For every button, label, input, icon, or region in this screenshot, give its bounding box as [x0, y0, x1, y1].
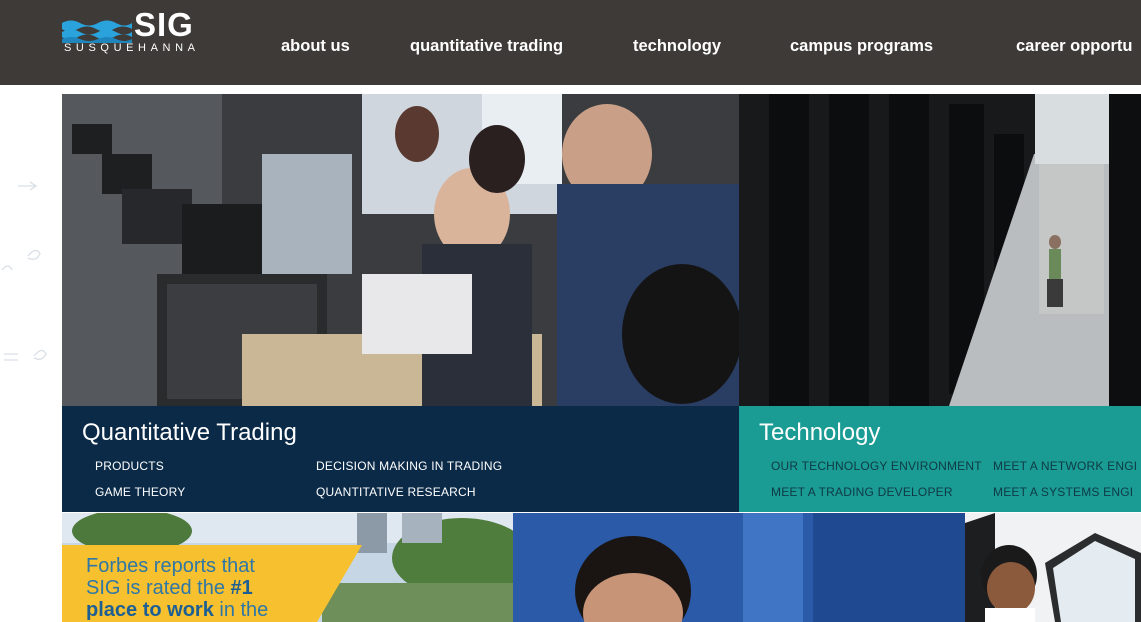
link-decision-making-in-trading[interactable]: DECISION MAKING IN TRADING	[316, 459, 502, 473]
link-quantitative-research[interactable]: QUANTITATIVE RESEARCH	[316, 485, 476, 499]
link-meet-a-trading-developer[interactable]: MEET A TRADING DEVELOPER	[771, 485, 953, 499]
trader-screens-illustration	[965, 513, 1141, 622]
link-meet-a-network-engineer[interactable]: MEET A NETWORK ENGI	[993, 459, 1137, 473]
forbes-line-3-bold: place to work	[86, 599, 214, 621]
employee-portrait-tile[interactable]	[513, 513, 965, 622]
forbes-line-2-bold: #1	[230, 577, 253, 599]
nav-campus-programs[interactable]: campus programs	[790, 37, 933, 56]
nav-technology[interactable]: technology	[633, 37, 721, 56]
link-meet-a-systems-engineer[interactable]: MEET A SYSTEMS ENGI	[993, 485, 1133, 499]
quantitative-trading-panel: Quantitative Trading PRODUCTS DECISION M…	[62, 406, 739, 512]
forbes-line-3-text: in the	[213, 599, 269, 621]
trader-screens-tile[interactable]	[965, 513, 1141, 622]
forbes-line-2-text: SIG is rated the	[86, 577, 231, 599]
technology-panel: Technology OUR TECHNOLOGY ENVIRONMENT ME…	[739, 406, 1141, 512]
server-room-photo[interactable]	[739, 94, 1141, 406]
employee-portrait-illustration	[513, 513, 965, 622]
site-header: SIG SUSQUEHANNA about us quantitative tr…	[0, 0, 1141, 85]
main-nav: about us quantitative trading technology…	[0, 37, 1141, 61]
nav-career-opportunities[interactable]: career opportu	[1016, 37, 1132, 56]
forbes-line-1: Forbes reports that	[86, 555, 255, 577]
forbes-headline: Forbes reports that SIG is rated the #1 …	[86, 555, 268, 621]
nav-about-us[interactable]: about us	[281, 37, 350, 56]
link-game-theory[interactable]: GAME THEORY	[95, 485, 185, 499]
server-room-illustration	[739, 94, 1141, 406]
forbes-line-2: SIG is rated the #1	[86, 577, 268, 599]
quantitative-trading-title[interactable]: Quantitative Trading	[82, 419, 297, 447]
link-our-technology-environment[interactable]: OUR TECHNOLOGY ENVIRONMENT	[771, 459, 982, 473]
forbes-promo-tile[interactable]: Forbes reports that SIG is rated the #1 …	[62, 513, 513, 622]
link-products[interactable]: PRODUCTS	[95, 459, 164, 473]
forbes-line-3: place to work in the	[86, 599, 268, 621]
technology-title[interactable]: Technology	[759, 419, 880, 447]
nav-quantitative-trading[interactable]: quantitative trading	[410, 37, 563, 56]
trading-floor-photo[interactable]	[62, 94, 739, 406]
decorative-formula-scribble	[1, 181, 47, 361]
trading-floor-illustration	[62, 94, 739, 406]
